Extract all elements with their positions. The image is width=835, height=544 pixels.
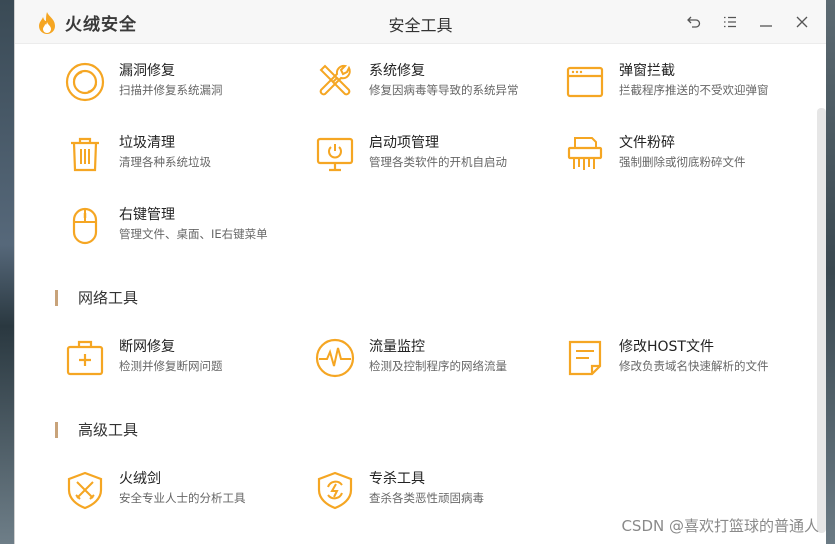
host-file-icon: [568, 340, 602, 376]
tool-desc: 管理各类软件的开机自启动: [369, 155, 507, 169]
tool-name: 流量监控: [369, 339, 425, 355]
tool-name: 系统修复: [369, 63, 425, 79]
popup-block-icon: [566, 66, 604, 98]
tool-name: 专杀工具: [369, 471, 425, 487]
tool-name: 右键管理: [119, 207, 175, 223]
minimize-button[interactable]: [756, 12, 776, 32]
tool-popup-block[interactable]: 弹窗拦截 拦截程序推送的不受欢迎弹窗: [563, 60, 813, 132]
tool-name: 文件粉碎: [619, 135, 675, 151]
tool-name: 漏洞修复: [119, 63, 175, 79]
tool-desc: 拦截程序推送的不受欢迎弹窗: [619, 83, 769, 97]
vulnerability-fix-icon: [65, 62, 105, 102]
csdn-watermark: CSDN @喜欢打篮球的普通人: [621, 517, 819, 535]
tool-system-repair[interactable]: 系统修复 修复因病毒等导致的系统异常: [313, 60, 563, 132]
section-network: 网络工具: [55, 287, 138, 308]
tool-name: 弹窗拦截: [619, 63, 675, 79]
title-bar: 火绒安全 安全工具: [15, 0, 826, 44]
tool-name: 修改HOST文件: [619, 339, 714, 355]
close-icon: [796, 16, 808, 28]
section-marker: [55, 289, 58, 306]
section-title: 高级工具: [78, 421, 139, 439]
tool-file-shredder[interactable]: 文件粉碎 强制删除或彻底粉碎文件: [563, 132, 813, 204]
menu-icon: [724, 16, 736, 28]
tool-right-click-manager[interactable]: 右键管理 管理文件、桌面、IE右键菜单: [63, 204, 313, 276]
tool-huorong-sword[interactable]: 火绒剑 安全专业人士的分析工具: [63, 468, 313, 540]
desktop-background-right: [826, 0, 835, 544]
tool-trash-clean[interactable]: 垃圾清理 清理各种系统垃圾: [63, 132, 313, 204]
section-advanced: 高级工具: [55, 419, 138, 440]
section-marker: [55, 421, 58, 438]
sword-shield-icon: [67, 471, 103, 510]
section-title: 网络工具: [78, 289, 139, 307]
tool-startup-manager[interactable]: 启动项管理 管理各类软件的开机自启动: [313, 132, 563, 204]
tool-desc: 管理文件、桌面、IE右键菜单: [119, 227, 268, 241]
tool-desc: 扫描并修复系统漏洞: [119, 83, 223, 97]
tool-desc: 检测并修复断网问题: [119, 359, 223, 373]
tool-desc: 安全专业人士的分析工具: [119, 491, 246, 505]
tool-name: 火绒剑: [119, 471, 161, 487]
system-tools-grid: 漏洞修复 扫描并修复系统漏洞 系统修复 修复因病毒等导致的系统异常 弹窗拦截 拦…: [63, 60, 803, 276]
tools-content: 漏洞修复 扫描并修复系统漏洞 系统修复 修复因病毒等导致的系统异常 弹窗拦截 拦…: [15, 44, 811, 544]
tool-name: 垃圾清理: [119, 135, 175, 151]
tool-virus-killer[interactable]: 专杀工具 查杀各类恶性顽固病毒: [313, 468, 563, 540]
antivirus-shield-icon: [317, 471, 353, 510]
network-tools-grid: 断网修复 检测并修复断网问题 流量监控 检测及控制程序的网络流量 修改HOST文…: [63, 336, 803, 408]
close-button[interactable]: [792, 12, 812, 32]
tool-name: 断网修复: [119, 339, 175, 355]
tool-vulnerability-fix[interactable]: 漏洞修复 扫描并修复系统漏洞: [63, 60, 313, 132]
scrollbar[interactable]: [817, 108, 826, 533]
security-tools-window: 火绒安全 安全工具 漏洞修复 扫描并修复系统漏洞 系统修复 修复因病毒等导致的系…: [14, 0, 826, 544]
menu-button[interactable]: [720, 12, 740, 32]
tool-desc: 查杀各类恶性顽固病毒: [369, 491, 484, 505]
startup-manager-icon: [316, 137, 354, 172]
tool-desc: 强制删除或彻底粉碎文件: [619, 155, 746, 169]
tool-desc: 修改负责域名快速解析的文件: [619, 359, 769, 373]
tool-desc: 清理各种系统垃圾: [119, 155, 211, 169]
tool-traffic-monitor[interactable]: 流量监控 检测及控制程序的网络流量: [313, 336, 563, 408]
back-icon: [687, 16, 701, 28]
tool-host-file[interactable]: 修改HOST文件 修改负责域名快速解析的文件: [563, 336, 813, 408]
system-repair-icon: [319, 64, 351, 96]
minimize-icon: [760, 25, 772, 27]
tool-desc: 修复因病毒等导致的系统异常: [369, 83, 519, 97]
mouse-icon: [72, 207, 98, 245]
tool-name: 启动项管理: [369, 135, 439, 151]
back-button[interactable]: [684, 12, 704, 32]
tool-network-repair[interactable]: 断网修复 检测并修复断网问题: [63, 336, 313, 408]
shredder-icon: [567, 137, 603, 170]
traffic-monitor-icon: [315, 338, 355, 378]
network-repair-icon: [66, 340, 104, 376]
tool-desc: 检测及控制程序的网络流量: [369, 359, 507, 373]
desktop-background-left: [0, 0, 14, 544]
trash-icon: [71, 137, 99, 172]
window-controls: [684, 12, 812, 32]
